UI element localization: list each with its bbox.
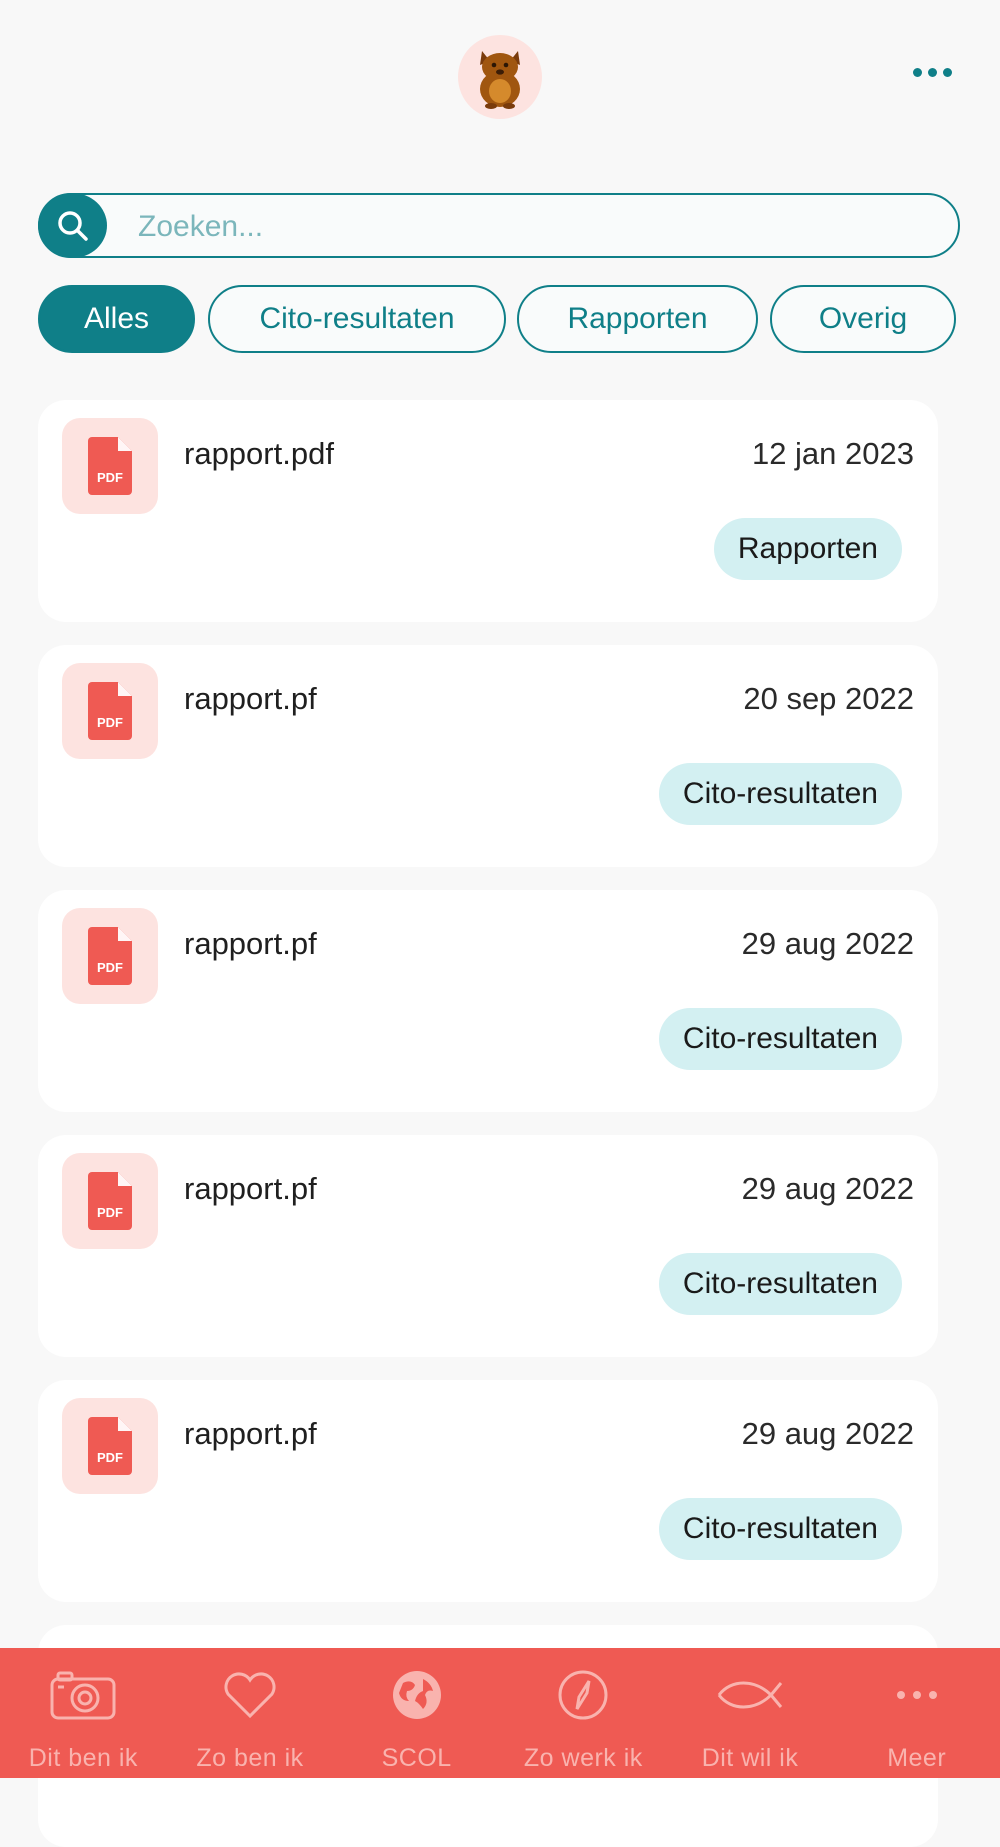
filter-chip-cito-resultaten[interactable]: Cito-resultaten [208, 285, 506, 353]
heart-icon [215, 1668, 285, 1722]
document-card[interactable]: PDF rapport.pf 20 sep 2022 Cito-resultat… [38, 645, 938, 867]
bear-mascot-icon[interactable] [458, 35, 542, 119]
search-input[interactable] [136, 201, 940, 252]
pdf-file-icon: PDF [62, 418, 158, 514]
svg-text:PDF: PDF [97, 715, 123, 730]
filter-chip-alles[interactable]: Alles [38, 285, 195, 353]
filter-chip-rapporten[interactable]: Rapporten [517, 285, 758, 353]
document-card[interactable]: PDF rapport.pf 29 aug 2022 Cito-resultat… [38, 1380, 938, 1602]
pdf-file-icon: PDF [62, 663, 158, 759]
more-options-button[interactable] [900, 50, 964, 94]
document-name: rapport.pf [184, 1416, 317, 1451]
document-tag: Cito-resultaten [658, 763, 902, 825]
document-date: 29 aug 2022 [741, 926, 914, 961]
app-header [0, 0, 1000, 160]
more-horizontal-icon [912, 67, 922, 77]
document-tag: Cito-resultaten [658, 1008, 902, 1070]
nav-label: Meer [887, 1744, 947, 1772]
document-name: rapport.pdf [184, 436, 334, 471]
document-date: 29 aug 2022 [741, 1171, 914, 1206]
document-date: 12 jan 2023 [751, 436, 914, 471]
bottom-navigation: Dit ben ik Zo ben ik SCOL Zo werk ik Dit… [0, 1648, 1000, 1778]
nav-item-scol[interactable]: SCOL [333, 1648, 500, 1778]
nav-item-dit-wil-ik[interactable]: Dit wil ik [667, 1648, 834, 1778]
pdf-file-icon: PDF [62, 1153, 158, 1249]
search-bar [38, 193, 960, 258]
nav-label: Zo ben ik [196, 1744, 304, 1772]
globe-icon [382, 1668, 452, 1722]
nav-item-dit-ben-ik[interactable]: Dit ben ik [0, 1648, 167, 1778]
fish-icon [715, 1668, 785, 1722]
document-tag: Cito-resultaten [658, 1253, 902, 1315]
document-date: 20 sep 2022 [743, 681, 914, 716]
document-tag: Rapporten [713, 518, 902, 580]
nav-item-zo-ben-ik[interactable]: Zo ben ik [167, 1648, 334, 1778]
document-name: rapport.pf [184, 1171, 317, 1206]
filter-chip-overig[interactable]: Overig [770, 285, 956, 353]
document-name: rapport.pf [184, 926, 317, 961]
compass-icon [548, 1668, 618, 1722]
pdf-file-icon: PDF [62, 1398, 158, 1494]
nav-label: Zo werk ik [523, 1744, 643, 1772]
svg-text:PDF: PDF [97, 1205, 123, 1220]
document-card[interactable]: PDF rapport.pf 29 aug 2022 Cito-resultat… [38, 1135, 938, 1357]
camera-icon [48, 1668, 118, 1722]
document-card[interactable]: PDF rapport.pf 29 aug 2022 Cito-resultat… [38, 890, 938, 1112]
document-card[interactable]: PDF rapport.pdf 12 jan 2023 Rapporten [38, 400, 938, 622]
nav-item-meer[interactable]: Meer [833, 1648, 1000, 1778]
document-name: rapport.pf [184, 681, 317, 716]
nav-label: Dit wil ik [701, 1744, 799, 1772]
svg-text:PDF: PDF [97, 960, 123, 975]
svg-text:PDF: PDF [97, 1450, 123, 1465]
document-date: 29 aug 2022 [741, 1416, 914, 1451]
search-button[interactable] [38, 193, 107, 258]
search-icon [57, 210, 88, 241]
more-horizontal-icon [882, 1668, 952, 1722]
nav-label: Dit ben ik [28, 1744, 138, 1772]
document-tag: Cito-resultaten [658, 1498, 902, 1560]
nav-item-zo-werk-ik[interactable]: Zo werk ik [500, 1648, 667, 1778]
nav-label: SCOL [381, 1744, 452, 1772]
svg-text:PDF: PDF [97, 470, 123, 485]
pdf-file-icon: PDF [62, 908, 158, 1004]
